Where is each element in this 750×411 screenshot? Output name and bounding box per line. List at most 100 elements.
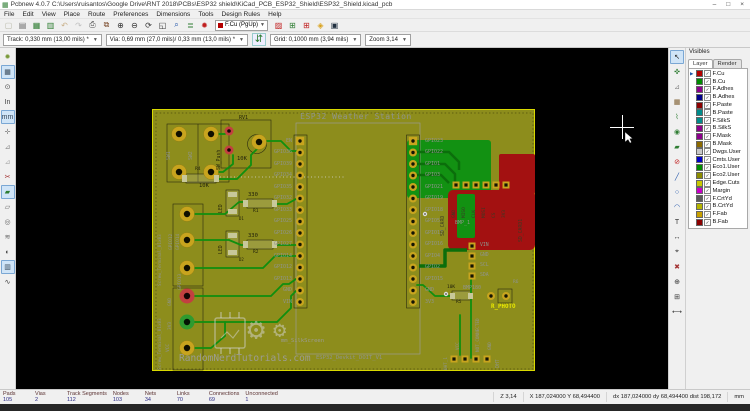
layer-visibility-checkbox[interactable]: ✓ (704, 211, 711, 218)
layer-visibility-checkbox[interactable]: ✓ (704, 109, 711, 116)
menu-item[interactable]: File (0, 11, 18, 18)
polar-coords[interactable]: ⊙ (1, 80, 15, 94)
menu-item[interactable]: Preferences (109, 11, 152, 18)
layer-color-swatch[interactable] (696, 141, 703, 148)
layer-color-swatch[interactable] (696, 133, 703, 140)
layer-color-swatch[interactable] (696, 86, 703, 93)
auto-track-width-icon[interactable]: ⇵ (252, 33, 266, 46)
layer-row[interactable]: ▶ ✓ F.Cu (690, 70, 747, 78)
layer-visibility-checkbox[interactable]: ✓ (704, 70, 711, 77)
units-inch[interactable]: In (1, 95, 15, 109)
grid-toggle[interactable]: ▦ (1, 65, 15, 79)
layer-row[interactable]: ▶ ✓ B.Adhes (690, 93, 747, 101)
layer-row[interactable]: ▶ ✓ F.Mask (690, 132, 747, 140)
layer-row[interactable]: ▶ ✓ B.SilkS (690, 125, 747, 133)
redo[interactable]: ↷ (72, 19, 85, 31)
layer-visibility-checkbox[interactable]: ✓ (704, 180, 711, 187)
layer-visibility-checkbox[interactable]: ✓ (704, 102, 711, 109)
layer-visibility-checkbox[interactable]: ✓ (704, 195, 711, 202)
layer-row[interactable]: ▶ ✓ F.SilkS (690, 117, 747, 125)
footprint-editor[interactable]: ▦ (30, 19, 43, 31)
layer-color-swatch[interactable] (696, 195, 703, 202)
layer-visibility-checkbox[interactable]: ✓ (704, 86, 711, 93)
layer-color-swatch[interactable] (696, 164, 703, 171)
add-line[interactable]: ╱ (670, 170, 684, 184)
tab-layer[interactable]: Layer (688, 59, 713, 68)
maximize-button[interactable]: □ (726, 1, 730, 8)
layer-visibility-checkbox[interactable]: ✓ (704, 187, 711, 194)
scripting-console[interactable]: ▣ (328, 19, 341, 31)
add-keepout[interactable]: ⊘ (670, 155, 684, 169)
layer-visibility-checkbox[interactable]: ✓ (704, 141, 711, 148)
layer-row[interactable]: ▶ ✓ B.CrtYd (690, 203, 747, 211)
new-board[interactable]: ▢ (2, 19, 15, 31)
select-tool[interactable]: ↖ (670, 50, 684, 64)
menu-item[interactable]: Help (264, 11, 285, 18)
layer-visibility-checkbox[interactable]: ✓ (704, 117, 711, 124)
layer-row[interactable]: ▶ ✓ B.Fab (690, 218, 747, 226)
layer-visibility-checkbox[interactable]: ✓ (704, 156, 711, 163)
layer-color-swatch[interactable] (696, 148, 703, 155)
add-footprint[interactable]: ▦ (670, 95, 684, 109)
layer-color-swatch[interactable] (696, 187, 703, 194)
via-size-select[interactable]: Via: 0,69 mm (27,0 mils)/ 0,33 mm (13,0 … (106, 34, 248, 46)
microwave-tools[interactable]: ∿ (1, 275, 15, 289)
grid-origin[interactable]: ⊞ (670, 290, 684, 304)
layer-color-swatch[interactable] (696, 203, 703, 210)
footprint-viewer[interactable]: ▥ (44, 19, 57, 31)
tracks-sketch[interactable]: ≋ (1, 230, 15, 244)
drc-toggle[interactable]: ✹ (1, 50, 15, 64)
layer-row[interactable]: ▶ ✓ F.Adhes (690, 86, 747, 94)
menu-item[interactable]: Design Rules (218, 11, 265, 18)
layer-color-swatch[interactable] (696, 94, 703, 101)
layer-visibility-checkbox[interactable]: ✓ (704, 78, 711, 85)
menu-item[interactable]: View (38, 11, 60, 18)
layer-row[interactable]: ▶ ✓ B.Cu (690, 78, 747, 86)
menu-item[interactable]: Dimensions (152, 11, 194, 18)
zones-hide[interactable]: ▱ (1, 200, 15, 214)
layer-row[interactable]: ▶ ✓ B.Paste (690, 109, 747, 117)
high-contrast[interactable]: ◐ (1, 245, 15, 259)
menu-item[interactable]: Edit (18, 11, 37, 18)
add-via[interactable]: ◉ (670, 125, 684, 139)
auto-delete-track[interactable]: ✂ (1, 170, 15, 184)
print[interactable]: ⎙ (86, 19, 99, 31)
layer-color-swatch[interactable] (696, 70, 703, 77)
menu-item[interactable]: Place (60, 11, 84, 18)
track-width-select[interactable]: Track: 0,330 mm (13,00 mils) *▼ (3, 34, 102, 46)
minimize-button[interactable]: – (713, 1, 717, 8)
grid-select[interactable]: Grid: 0,1000 mm (3,94 mils)▼ (270, 34, 361, 46)
layer-row[interactable]: ▶ ✓ B.Mask (690, 140, 747, 148)
layers-manager[interactable]: ▥ (1, 260, 15, 274)
route-track[interactable]: ⌇ (670, 110, 684, 124)
layer-row[interactable]: ▶ ✓ Margin (690, 187, 747, 195)
layer-visibility-checkbox[interactable]: ✓ (704, 164, 711, 171)
pcb-canvas[interactable]: ESP32 Weather Station SW1 SW2 SW_Push RV… (16, 48, 668, 389)
layer-color-swatch[interactable] (696, 102, 703, 109)
layer-selector[interactable]: F.Cu (PgUp) ▼ (215, 20, 268, 31)
menu-item[interactable]: Route (84, 11, 109, 18)
layer-row[interactable]: ▶ ✓ Eco1.User (690, 164, 747, 172)
add-target[interactable]: ⌖ (670, 245, 684, 259)
layer-visibility-checkbox[interactable]: ✓ (704, 172, 711, 179)
close-button[interactable]: × (740, 1, 744, 8)
redraw[interactable]: ⟳ (142, 19, 155, 31)
highlight-net[interactable]: ✜ (670, 65, 684, 79)
netlist[interactable]: ≣ (184, 19, 197, 31)
undo[interactable]: ↶ (58, 19, 71, 31)
layer-row[interactable]: ▶ ✓ Cmts.User (690, 156, 747, 164)
layer-visibility-checkbox[interactable]: ✓ (704, 148, 711, 155)
drc[interactable]: ✹ (198, 19, 211, 31)
layer-color-swatch[interactable] (696, 211, 703, 218)
fast-track-grid[interactable]: ⊞ (300, 19, 313, 31)
zoom-fit[interactable]: ◱ (156, 19, 169, 31)
zones-show[interactable]: ▰ (1, 185, 15, 199)
layer-visibility-checkbox[interactable]: ✓ (704, 133, 711, 140)
layer-visibility-checkbox[interactable]: ✓ (704, 219, 711, 226)
layer-row[interactable]: ▶ ✓ F.Fab (690, 210, 747, 218)
layer-color-swatch[interactable] (696, 78, 703, 85)
fast-via-grid[interactable]: ⊞ (286, 19, 299, 31)
place-offset[interactable]: ⊕ (670, 275, 684, 289)
layer-row[interactable]: ▶ ✓ Eco2.User (690, 171, 747, 179)
add-circle[interactable]: ○ (670, 185, 684, 199)
